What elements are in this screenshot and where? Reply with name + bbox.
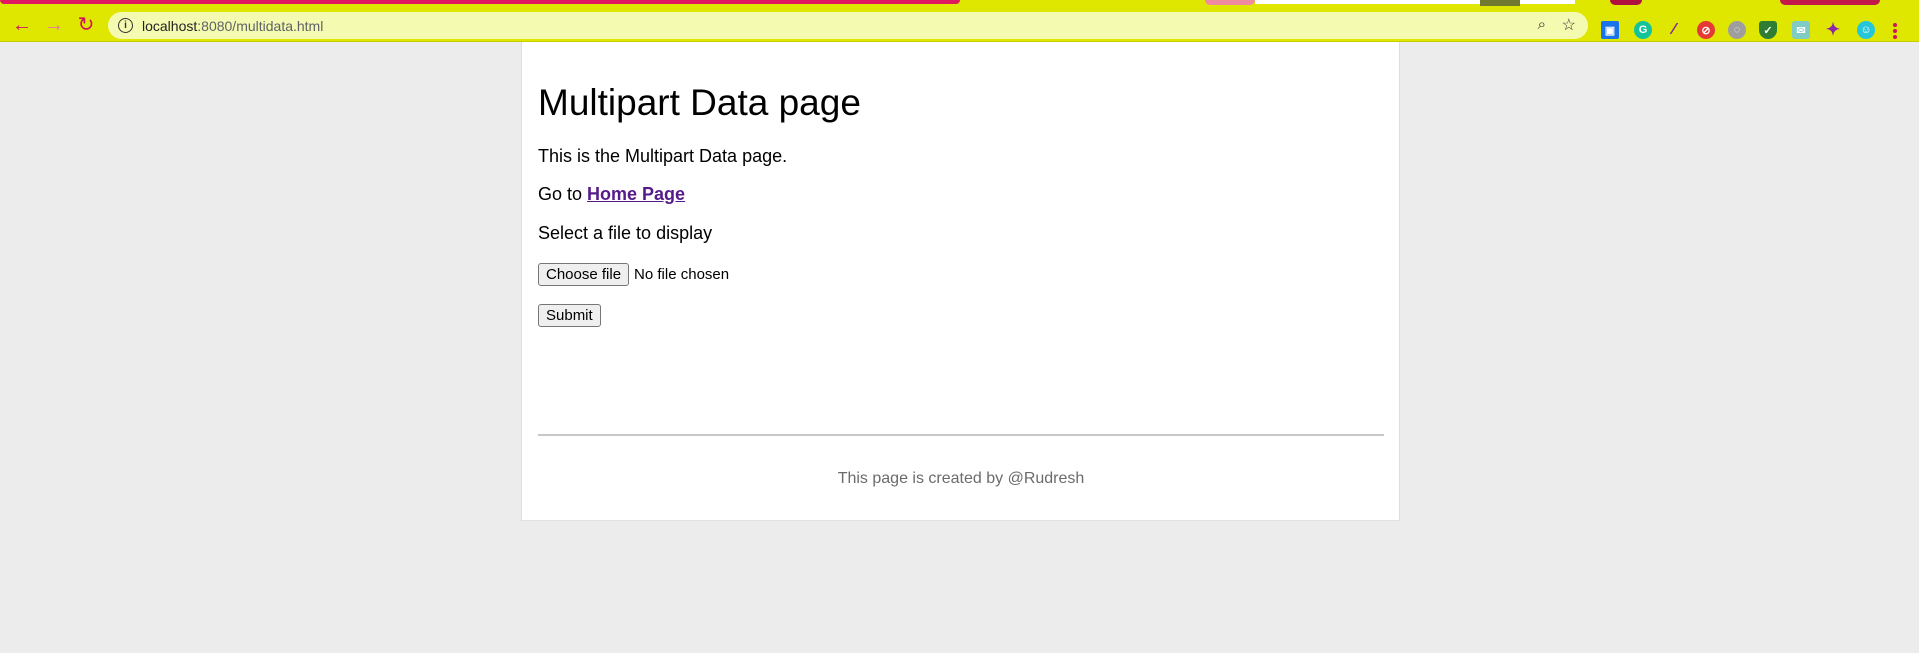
extension-grammarly-icon[interactable]: G xyxy=(1634,21,1652,39)
tab-strip-decoration xyxy=(1205,0,1255,5)
extension-pen-icon[interactable]: ⁄ xyxy=(1665,21,1683,39)
extension-mail-icon[interactable]: ✉ xyxy=(1792,21,1810,39)
reload-icon: ↻ xyxy=(77,14,95,36)
intro-text: This is the Multipart Data page. xyxy=(538,146,788,166)
tab-strip-decoration xyxy=(1255,0,1575,4)
menu-dot xyxy=(1893,35,1897,39)
extensions-puzzle-icon[interactable]: ✦ xyxy=(1824,20,1842,39)
back-button[interactable]: ← xyxy=(9,12,35,38)
page-container: Multipart Data page This is the Multipar… xyxy=(521,42,1400,521)
arrow-right-icon: → xyxy=(44,14,64,36)
tab-strip-decoration xyxy=(1480,0,1520,6)
url-text[interactable]: localhost:8080/multidata.html xyxy=(142,18,323,34)
submit-row: Submit xyxy=(538,304,601,327)
extension-red-circle-icon[interactable]: ⊘ xyxy=(1697,21,1715,39)
extension-screenshot-icon[interactable]: ▣ xyxy=(1601,21,1619,39)
footer-text: This page is created by @Rudresh xyxy=(837,470,1085,487)
kebab-menu-icon[interactable] xyxy=(1890,21,1900,41)
star-icon[interactable]: ☆ xyxy=(1562,15,1576,35)
footer-divider xyxy=(538,434,1384,436)
file-status-text: No file chosen xyxy=(634,266,730,283)
url-host: localhost xyxy=(142,18,198,34)
tab-strip-decoration xyxy=(1780,0,1880,5)
reload-button[interactable]: ↻ xyxy=(73,12,99,38)
zoom-icon[interactable]: ⌕ xyxy=(1538,16,1546,33)
browser-toolbar: ← → ↻ i localhost:8080/multidata.html ⌕ … xyxy=(0,8,1919,42)
extension-shield-icon[interactable]: ✓ xyxy=(1759,21,1777,39)
active-tab-indicator[interactable] xyxy=(0,0,960,4)
goto-prefix: Go to xyxy=(538,184,588,204)
arrow-left-icon: ← xyxy=(12,14,32,36)
address-bar[interactable]: i localhost:8080/multidata.html ⌕ ☆ xyxy=(108,12,1588,39)
tab-strip-decoration xyxy=(1610,0,1642,5)
forward-button[interactable]: → xyxy=(41,12,67,38)
profile-avatar-icon[interactable]: ☺ xyxy=(1857,21,1875,39)
choose-file-button[interactable]: Choose file xyxy=(538,263,630,286)
extension-gray-circle-icon[interactable]: ◌ xyxy=(1728,21,1746,39)
goto-line: Go to Home Page xyxy=(538,184,685,205)
tab-strip xyxy=(0,0,1919,8)
menu-dot xyxy=(1893,29,1897,33)
info-icon[interactable]: i xyxy=(118,18,133,33)
menu-dot xyxy=(1893,23,1897,27)
home-page-link[interactable]: Home Page xyxy=(587,184,685,204)
url-path: :8080/multidata.html xyxy=(197,18,324,34)
select-file-label: Select a file to display xyxy=(538,223,713,243)
page-title: Multipart Data page xyxy=(538,82,861,123)
submit-button[interactable]: Submit xyxy=(538,304,601,327)
file-input[interactable]: Choose file No file chosen xyxy=(538,263,729,286)
